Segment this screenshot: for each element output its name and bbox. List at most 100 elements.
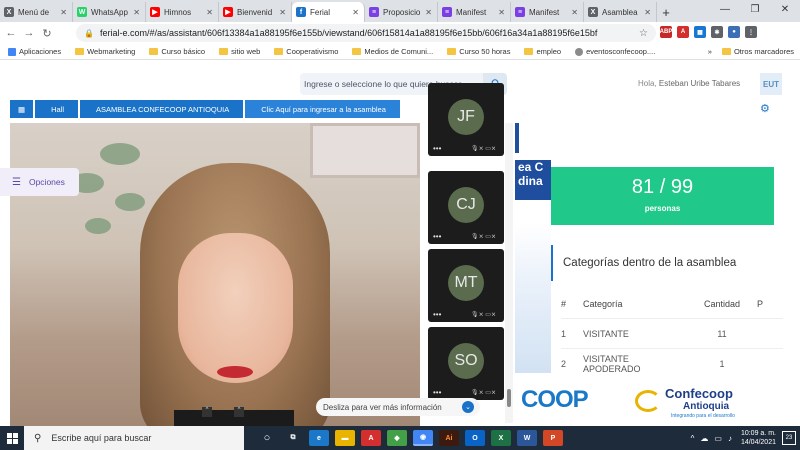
coop-logo: COOP [521,386,589,413]
column-header[interactable]: # [561,299,583,309]
bookmark-item[interactable]: Cooperativismo [274,47,338,56]
table-row: 1 VISITANTE 11 [561,319,783,349]
scrollbar-thumb[interactable] [507,389,511,407]
new-tab-button[interactable]: + [657,2,675,22]
edge-icon[interactable]: e [309,430,329,446]
reload-icon[interactable]: ↻ [40,27,54,40]
browser-tab[interactable]: ▶ Bienvenid ✕ [219,2,292,22]
close-tab-icon[interactable]: ✕ [279,8,286,17]
other-bookmarks[interactable]: » Otros marcadores [708,47,794,56]
close-tab-icon[interactable]: ✕ [60,8,67,17]
folder-icon [274,48,284,55]
tiles-scrollbar[interactable] [505,123,513,423]
clock-date: 14/04/2021 [740,439,776,446]
chevron-up-icon[interactable]: ^ [691,434,695,443]
close-tab-icon[interactable]: ✕ [498,8,505,17]
browser-tab[interactable]: ≡ Manifest ✕ [511,2,584,22]
settings-sliders-icon[interactable]: ⚙ [760,102,770,115]
outlook-icon[interactable]: O [465,430,485,446]
breadcrumb-hall[interactable]: Hall [35,100,79,118]
participant-tile[interactable]: CJ ••• 🎙⨯ ▭⨯ [428,171,504,244]
cloud-icon[interactable]: ☁ [700,434,708,443]
scroll-hint[interactable]: Desliza para ver más información ⌄ [316,398,480,416]
chevron-up-icon[interactable]: ^ [234,407,244,417]
calendar-extension-icon[interactable]: ▦ [694,26,706,38]
back-icon[interactable]: ← [4,27,18,39]
word-icon[interactable]: W [517,430,537,446]
bookmark-star-icon[interactable]: ☆ [639,28,648,39]
column-header[interactable]: P [757,299,777,309]
chevron-down-icon[interactable]: ⌄ [462,401,474,413]
close-tab-icon[interactable]: ✕ [644,8,651,17]
bookmark-item[interactable]: Curso 50 horas [447,47,510,56]
extensions: ABP A ▦ ✱ ● ⋮ [660,26,757,38]
browser-tab[interactable]: X Menú de ✕ [0,2,73,22]
close-tab-icon[interactable]: ✕ [425,8,432,17]
pdf-extension-icon[interactable]: A [677,26,689,38]
browser-tab[interactable]: X Asamblea ✕ [584,2,657,22]
breadcrumb-enter-assembly[interactable]: Clic Aquí para ingresar a la asamblea [245,100,400,118]
more-options-icon[interactable]: ••• [433,144,441,153]
browser-tab[interactable]: W WhatsApp ✕ [73,2,146,22]
windows-start-icon[interactable] [0,426,24,450]
more-options-icon[interactable]: ••• [433,232,441,241]
bookmark-item[interactable]: Aplicaciones [8,47,61,56]
more-options-icon[interactable]: ••• [433,310,441,319]
participant-tile[interactable]: SO ••• 🎙⨯ ▭⨯ [428,327,504,400]
excel-icon[interactable]: X [491,430,511,446]
chevron-up-icon[interactable]: ^ [202,407,212,417]
bookmark-item[interactable]: eventosconfecoop.... [575,47,655,56]
minimize-icon[interactable]: — [710,0,740,20]
app-green-icon[interactable]: ◆ [387,430,407,446]
bookmark-list: Aplicaciones Webmarketing Curso básico siti… [0,47,669,56]
taskbar-search-input[interactable]: ⚲ Escribe aquí para buscar [24,426,244,450]
chevron-right-icon[interactable]: » [708,47,712,56]
close-tab-icon[interactable]: ✕ [206,8,213,17]
browser-tab[interactable]: ▶ Himnos ✕ [146,2,219,22]
bookmark-item[interactable]: Webmarketing [75,47,135,56]
chrome-icon[interactable]: ◉ [413,430,433,446]
folder-icon [149,48,159,55]
close-tab-icon[interactable]: ✕ [352,8,359,17]
profile-icon[interactable]: ● [728,26,740,38]
powerpoint-icon[interactable]: P [543,430,563,446]
forward-icon[interactable]: → [22,27,36,39]
close-tab-icon[interactable]: ✕ [571,8,578,17]
clock[interactable]: 10:09 a. m. 14/04/2021 [741,429,776,447]
user-avatar[interactable]: EUT [760,73,782,95]
acrobat-icon[interactable]: A [361,430,381,446]
windows-taskbar: ⚲ Escribe aquí para buscar ○ ⧉ e ▬ A ◆ ◉… [0,426,800,450]
bookmark-item[interactable]: empleo [524,47,561,56]
column-header[interactable]: Cantidad [687,299,757,309]
close-window-icon[interactable]: ✕ [770,0,800,20]
url-bar[interactable]: 🔒 ferial-e.com/#/as/assistant/606f13384a… [76,24,656,42]
task-view-icon[interactable]: ⧉ [283,430,303,446]
network-icon[interactable]: ▭ [714,434,722,443]
bookmark-item[interactable]: Medios de Comuni... [352,47,433,56]
tab-favicon-icon: f [296,7,306,17]
participant-tile[interactable]: JF ••• 🎙⨯ ▭⨯ [428,83,504,156]
bookmark-label: Aplicaciones [19,47,62,56]
illustrator-icon[interactable]: Ai [439,430,459,446]
breadcrumb-assembly[interactable]: ASAMBLEA CONFECOOP ANTIOQUIA [80,100,244,118]
file-explorer-icon[interactable]: ▬ [335,430,355,446]
volume-icon[interactable]: ♪ [728,434,732,443]
options-button[interactable]: ☰ Opciones [0,168,79,196]
column-header[interactable]: Categoría [583,299,687,309]
adblock-icon[interactable]: ABP [660,26,672,38]
home-building-icon[interactable]: ▦ [10,100,34,118]
participant-tile[interactable]: MT ••• 🎙⨯ ▭⨯ [428,249,504,322]
tab-favicon-icon: ≡ [369,7,379,17]
menu-kebab-icon[interactable]: ⋮ [745,26,757,38]
bookmark-item[interactable]: Curso básico [149,47,205,56]
restore-icon[interactable]: ❐ [740,0,770,20]
cortana-icon[interactable]: ○ [257,430,277,446]
browser-tab[interactable]: ≡ Manifest ✕ [438,2,511,22]
bookmark-item[interactable]: sitio web [219,47,260,56]
close-tab-icon[interactable]: ✕ [133,8,140,17]
browser-tab[interactable]: f Ferial ✕ [292,2,365,22]
puzzle-icon[interactable]: ✱ [711,26,723,38]
more-options-icon[interactable]: ••• [433,388,441,397]
notifications-icon[interactable]: 23 [782,431,796,445]
browser-tab[interactable]: ≡ Proposicio ✕ [365,2,438,22]
